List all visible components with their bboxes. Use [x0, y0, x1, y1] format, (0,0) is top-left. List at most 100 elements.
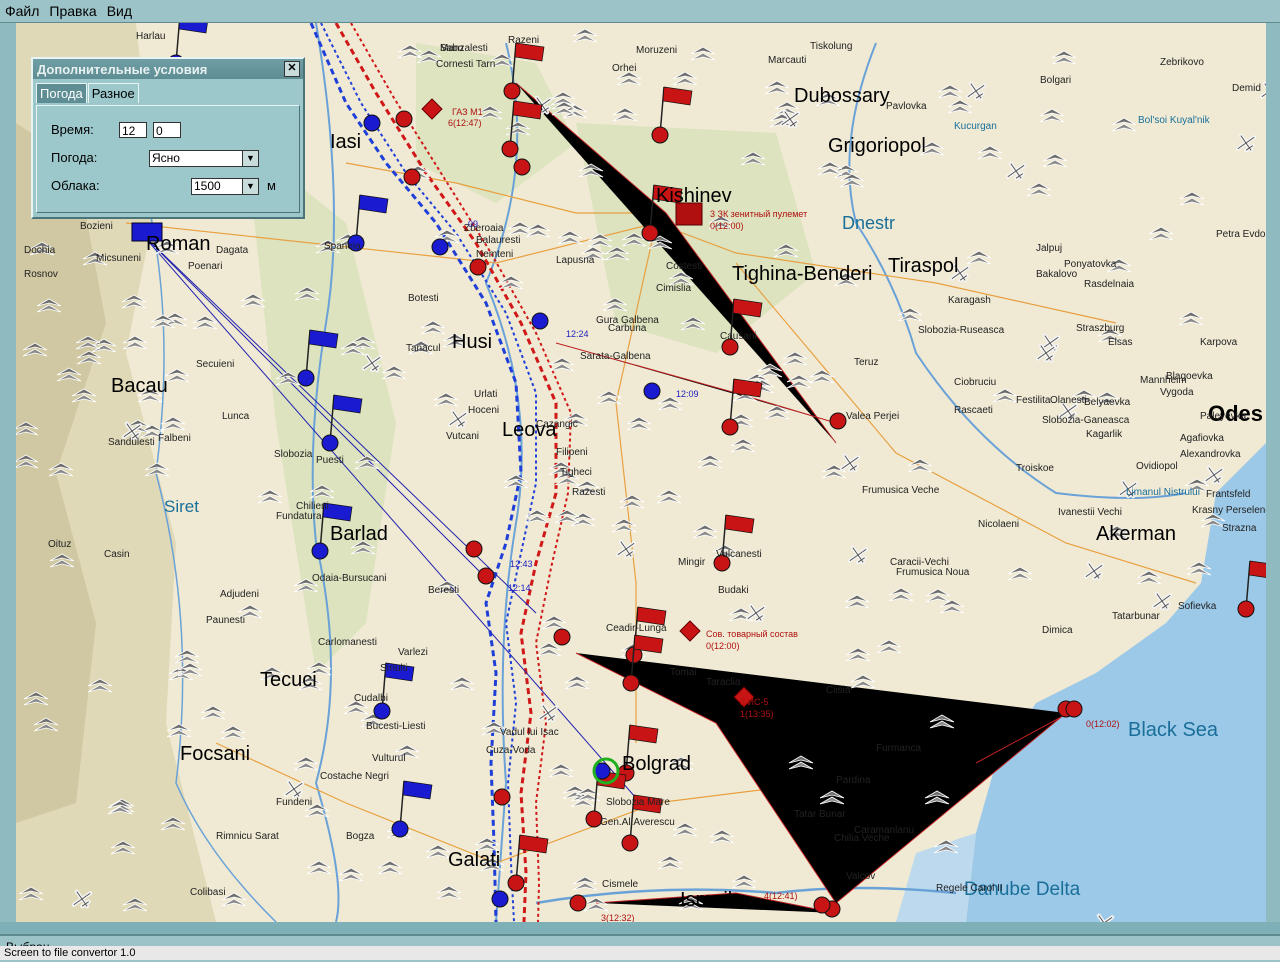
river-kuyalnik: Bol'soi Kuyal'nik: [1138, 115, 1210, 126]
time-label: Время:: [51, 122, 94, 137]
town-label: Troiskoe: [1016, 463, 1054, 474]
red-unit-dot[interactable]: [403, 168, 421, 186]
town-label: Cudalbi: [354, 693, 388, 704]
tab-misc[interactable]: Разное: [87, 83, 139, 103]
river-kucurgan: Kucurgan: [954, 121, 997, 132]
close-icon[interactable]: ✕: [284, 61, 300, 77]
town-label: Petra Evdokievka: [1216, 229, 1266, 240]
town-label: Slobozia-Ganeasca: [1042, 415, 1130, 426]
chevron-down-icon[interactable]: ▼: [242, 179, 258, 194]
town-label: Casin: [104, 549, 130, 560]
town-label: Cornesti Tarn: [436, 59, 496, 70]
town-label: Vadul lui Isac: [500, 727, 559, 738]
town-label: Lunca: [222, 411, 250, 422]
blue-unit-dot[interactable]: [363, 114, 381, 132]
town-label: Spaneia: [324, 241, 361, 252]
time-minutes-input[interactable]: 0: [153, 122, 181, 138]
city-iasi: Iasi: [330, 131, 362, 153]
red-diamond-unit[interactable]: [679, 620, 701, 642]
town-label: Cismele: [602, 879, 639, 890]
town-label: Kagarlik: [1086, 429, 1123, 440]
town-label: Chilia Veche: [834, 833, 890, 844]
town-label: Beresti: [428, 585, 460, 596]
chevron-down-icon[interactable]: ▼: [242, 151, 258, 166]
clouds-select-value: 1500: [194, 179, 221, 193]
town-label: Carbuna: [608, 323, 647, 334]
town-label: Filipeni: [556, 447, 588, 458]
town-label: Secuieni: [196, 359, 235, 370]
red-flag-unit[interactable]: [721, 378, 763, 436]
town-label: Gen.Al.Averescu: [600, 817, 675, 828]
red-unit-dot[interactable]: [553, 628, 571, 646]
red-diamond-unit[interactable]: [421, 98, 443, 120]
town-label: Mingir: [678, 557, 706, 568]
town-label: Sabo: [440, 43, 464, 54]
town-label: Regele Carol II: [936, 883, 1003, 894]
menu-view[interactable]: Вид: [102, 3, 137, 19]
sea-black-sea: Black Sea: [1128, 719, 1219, 741]
red-unit-dot[interactable]: [513, 158, 531, 176]
red-unit-dot[interactable]: [829, 412, 847, 430]
time-hours-input[interactable]: 12: [119, 122, 147, 138]
town-label: Budaki: [718, 585, 749, 596]
blue-flag-unit[interactable]: [391, 780, 433, 838]
town-label: Odaia-Bursucani: [312, 573, 387, 584]
red-flag-unit[interactable]: [507, 834, 549, 892]
red-unit-dot[interactable]: [1065, 700, 1083, 718]
city-focsani: Focsani: [180, 743, 251, 765]
red-unit-dot[interactable]: [569, 894, 587, 912]
blue-unit-dot[interactable]: [531, 312, 549, 330]
town-label: Nicolaeni: [978, 519, 1020, 530]
red-flag-unit[interactable]: [503, 42, 545, 100]
town-label: Tanacul: [406, 343, 441, 354]
unit-tag-kishinev-aa: 3 ЗК зенитный пулемет: [710, 209, 808, 219]
red-flag-unit[interactable]: [625, 606, 667, 664]
unit-tag-blue-4: 12:14: [508, 583, 531, 593]
red-flag-unit[interactable]: [622, 634, 664, 692]
town-label: Bucesti-Liesti: [366, 721, 426, 732]
red-unit-dot[interactable]: [469, 258, 487, 276]
menu-bar: Файл Правка Вид: [0, 0, 1280, 23]
town-label: Hoceni: [468, 405, 500, 416]
weather-select[interactable]: Ясно ▼: [149, 150, 259, 167]
blue-unit-dot[interactable]: [643, 382, 661, 400]
conditions-dialog: Дополнительные условия ✕ Погода Разное В…: [31, 57, 305, 219]
unit-tag-blue-2: 12:24: [566, 329, 589, 339]
red-flag-unit[interactable]: [1237, 560, 1266, 618]
clouds-select[interactable]: 1500 ▼: [191, 178, 259, 195]
town-label: Poenari: [188, 261, 223, 272]
red-flag-unit[interactable]: [651, 86, 693, 144]
blue-unit-dot[interactable]: [491, 890, 509, 908]
red-unit-dot[interactable]: [493, 788, 511, 806]
red-unit-dot[interactable]: [813, 896, 831, 914]
city-dubossary: Dubossary: [794, 85, 890, 107]
dialog-title: Дополнительные условия: [37, 61, 208, 77]
menu-file[interactable]: Файл: [0, 3, 44, 19]
town-label: Vygoda: [1160, 387, 1194, 398]
city-roman: Roman: [146, 233, 211, 255]
dialog-title-bar[interactable]: Дополнительные условия ✕: [33, 59, 303, 79]
tab-weather[interactable]: Погода: [36, 83, 87, 103]
river-siret: Siret: [164, 497, 199, 516]
town-label: Sofievka: [1178, 601, 1217, 612]
menu-edit[interactable]: Правка: [44, 3, 101, 19]
red-unit-dot[interactable]: [477, 567, 495, 585]
town-label: Orhei: [612, 63, 637, 74]
unit-tag-blue-5: 12:43: [510, 559, 533, 569]
red-unit-dot[interactable]: [395, 110, 413, 128]
town-label: Falbeni: [158, 433, 191, 444]
red-flag-unit[interactable]: [501, 100, 543, 158]
weather-label: Погода:: [51, 150, 98, 165]
red-flag-unit[interactable]: [713, 514, 755, 572]
blue-flag-unit[interactable]: [297, 329, 339, 387]
town-label: Bolgari: [1040, 75, 1072, 86]
red-flag-unit[interactable]: [721, 298, 763, 356]
blue-flag-unit[interactable]: [321, 394, 363, 452]
town-label: Taraclia: [706, 677, 741, 688]
town-label: Tatarbunar: [1112, 611, 1160, 622]
unit-tag-blue-1: 09: [468, 219, 479, 229]
blue-unit-dot[interactable]: [431, 238, 449, 256]
red-unit-dot[interactable]: [465, 540, 483, 558]
town-label: Karpova: [1200, 337, 1238, 348]
unit-tag-galati: 3(12:32): [601, 913, 635, 922]
